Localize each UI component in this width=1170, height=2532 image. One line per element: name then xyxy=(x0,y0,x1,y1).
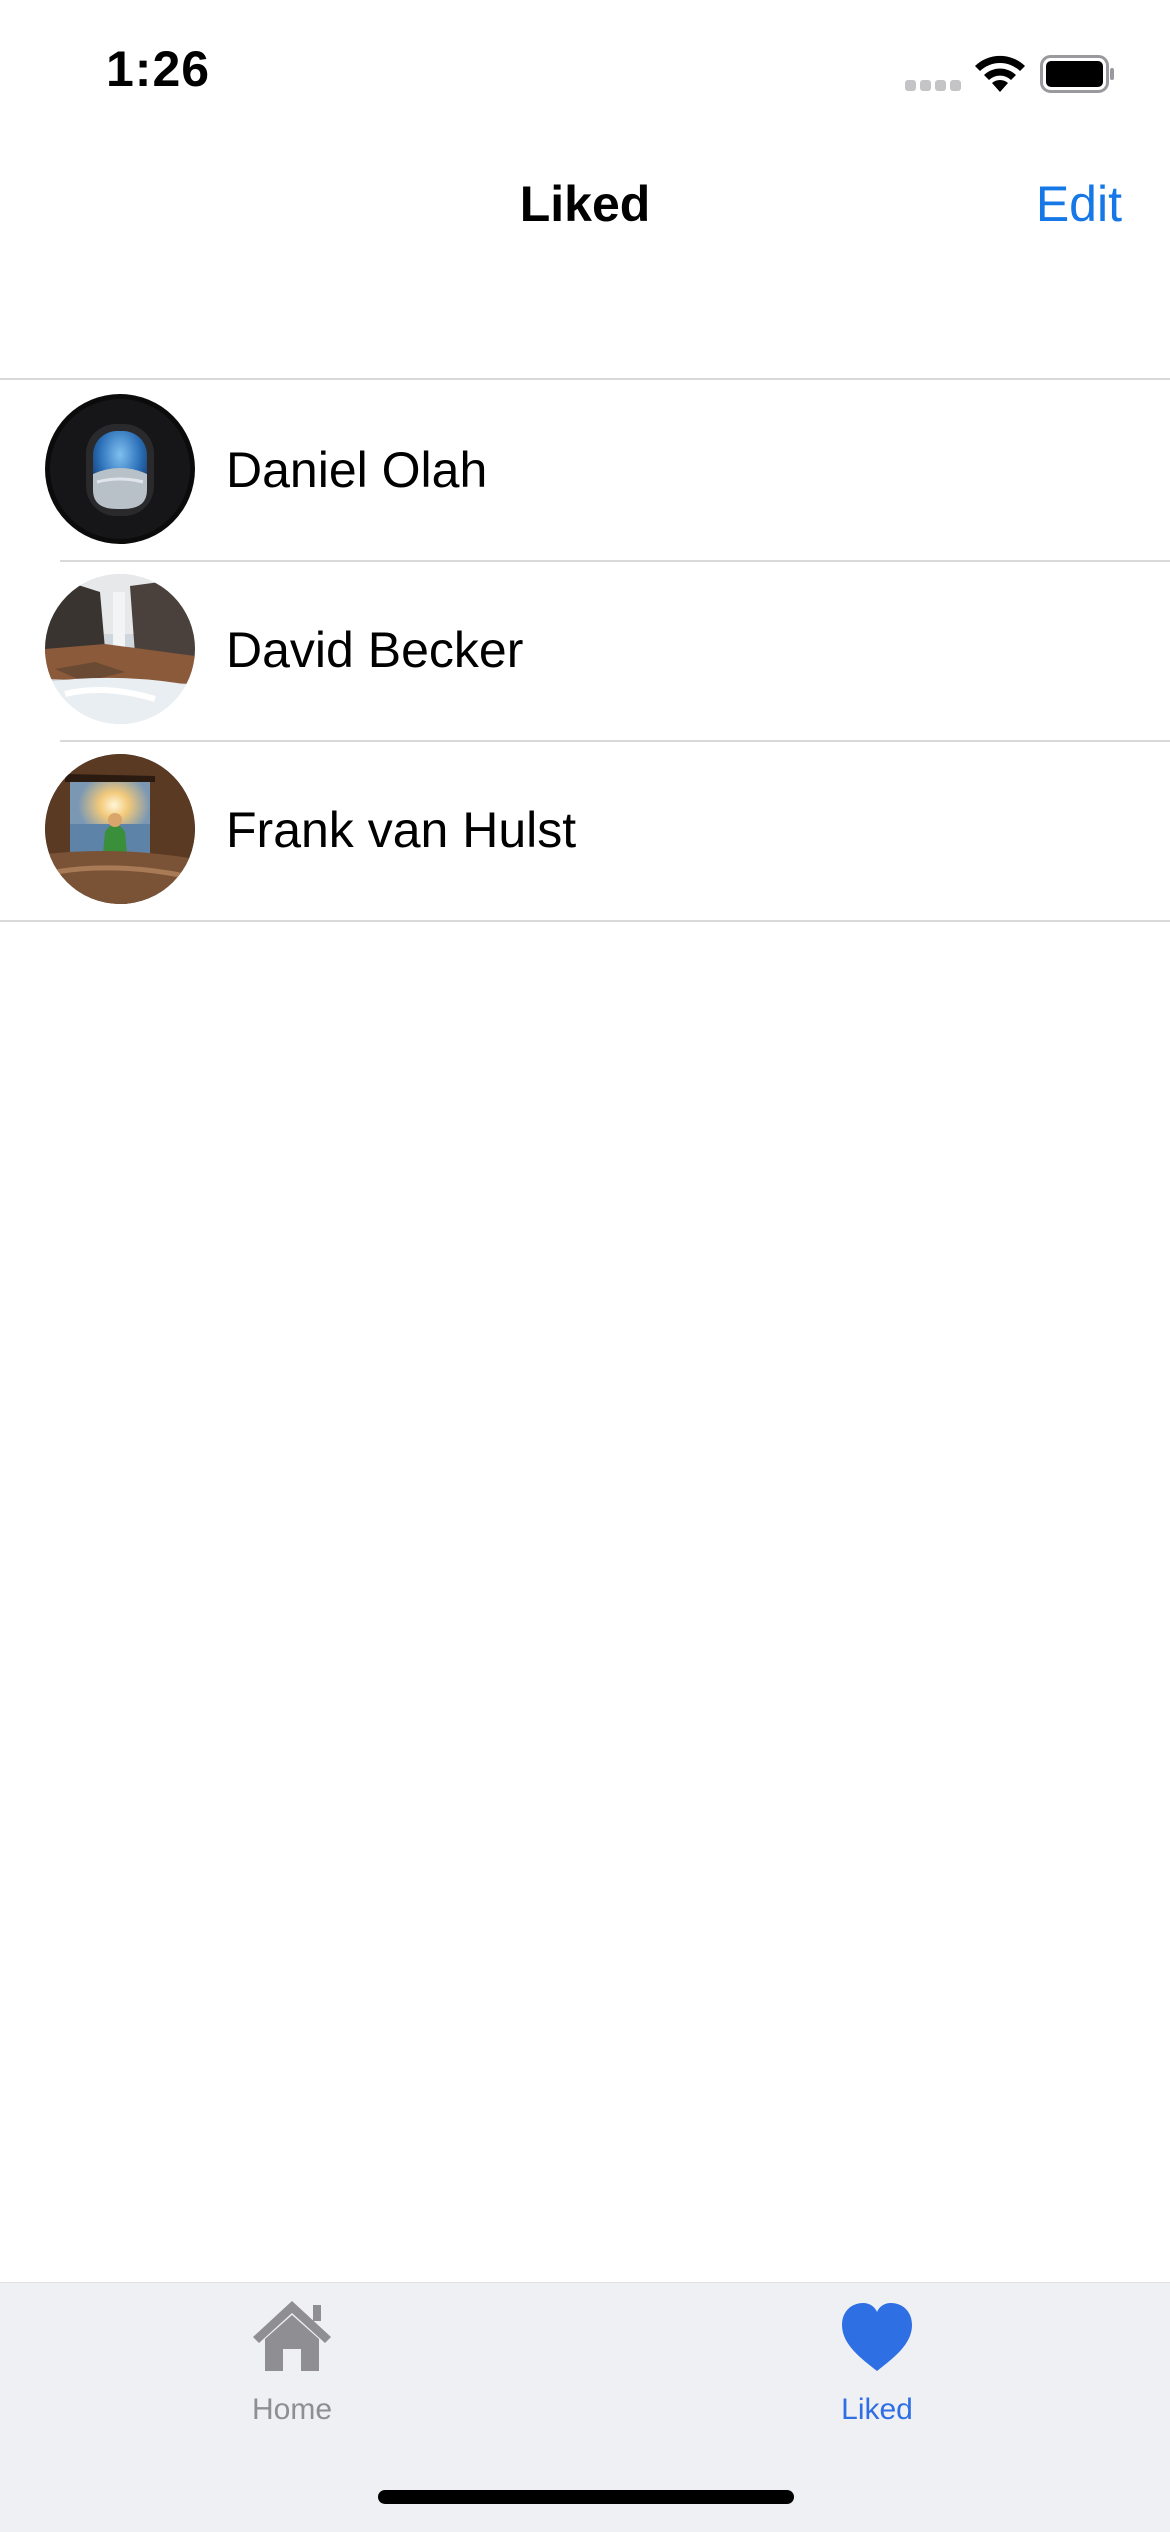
avatar xyxy=(45,754,195,904)
tab-liked[interactable]: Liked xyxy=(727,2283,1027,2463)
avatar xyxy=(45,394,195,544)
status-bar: 1:26 xyxy=(0,0,1170,140)
heart-icon xyxy=(842,2303,912,2371)
list-item-label: David Becker xyxy=(226,622,524,678)
screen: 1:26 Liked Edit Daniel Olah David Becker… xyxy=(0,0,1170,2532)
list-item[interactable]: David Becker xyxy=(0,560,1170,740)
tab-home-label: Home xyxy=(251,2393,333,2426)
list-item-label: Frank van Hulst xyxy=(226,802,577,858)
wifi-icon xyxy=(975,55,1025,92)
house-icon xyxy=(253,2301,331,2371)
list-item[interactable]: Frank van Hulst xyxy=(0,740,1170,920)
edit-button[interactable]: Edit xyxy=(1036,175,1122,233)
list-item[interactable]: Daniel Olah xyxy=(0,380,1170,560)
status-time: 1:26 xyxy=(106,41,211,97)
list-item-label: Daniel Olah xyxy=(226,442,488,498)
tab-liked-label: Liked xyxy=(841,2393,913,2426)
avatar xyxy=(45,574,195,724)
cellular-signal-icon xyxy=(905,80,961,92)
home-indicator xyxy=(378,2490,794,2504)
page-title: Liked xyxy=(519,176,651,232)
tab-home[interactable]: Home xyxy=(142,2283,442,2463)
battery-icon xyxy=(1040,55,1114,93)
liked-list: Daniel Olah David Becker Frank van Hulst xyxy=(0,378,1170,922)
